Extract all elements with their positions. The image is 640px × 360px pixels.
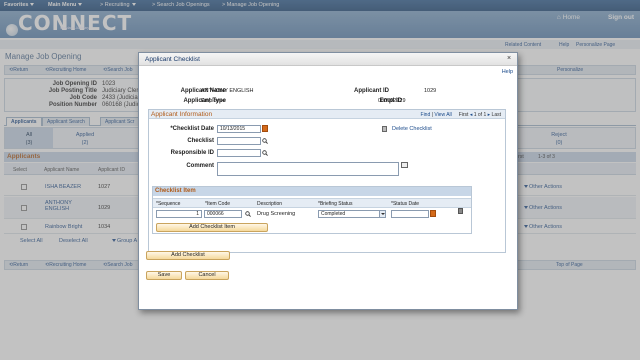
first-link[interactable]: First <box>459 112 469 118</box>
applicant-id-value: 1029 <box>424 88 437 94</box>
lookup-icon[interactable] <box>262 150 268 156</box>
chevron-down-icon[interactable] <box>379 211 385 217</box>
applicant-type-value: Employee <box>201 98 226 104</box>
comment-textarea[interactable] <box>217 162 399 176</box>
checklist-field[interactable] <box>217 137 261 145</box>
section-pager: Find | View All First ◂ 1 of 1 ▸ Last <box>420 112 501 118</box>
grid-title: Checklist Item <box>155 188 196 194</box>
spellcheck-icon[interactable] <box>401 162 408 168</box>
lookup-icon[interactable] <box>245 211 251 217</box>
dialog-help-link[interactable]: Help <box>502 69 513 75</box>
applicant-checklist-dialog: Applicant Checklist × Help Applicant Nam… <box>138 52 518 310</box>
close-icon[interactable]: × <box>505 55 513 63</box>
responsible-id-field[interactable] <box>217 149 261 157</box>
dialog-title: Applicant Checklist <box>145 56 200 63</box>
applicant-information-section: Applicant Information Find | View All Fi… <box>148 109 506 253</box>
calendar-icon[interactable] <box>430 210 436 217</box>
view-all-link[interactable]: View All <box>434 112 451 118</box>
cancel-button[interactable]: Cancel <box>185 271 229 280</box>
status-date-field[interactable] <box>391 210 429 218</box>
add-checklist-item-button[interactable]: Add Checklist Item <box>156 223 268 232</box>
dialog-title-bar: Applicant Checklist × <box>139 53 517 66</box>
section-title: Applicant Information <box>151 111 213 118</box>
item-description: Drug Screening <box>257 211 296 217</box>
find-link[interactable]: Find <box>421 112 431 118</box>
next-arrow-icon[interactable]: ▸ <box>488 112 491 118</box>
pager-range: 1 of 1 <box>473 112 487 118</box>
calendar-icon[interactable] <box>262 125 268 132</box>
save-button[interactable]: Save <box>146 271 182 280</box>
add-checklist-button[interactable]: Add Checklist <box>146 251 230 260</box>
grid-columns: *Sequence *Item Code Description *Briefi… <box>153 198 471 208</box>
last-link[interactable]: Last <box>492 112 501 118</box>
briefing-status-select[interactable]: Completed <box>318 210 386 218</box>
empl-id-value: 000002929 <box>378 98 406 104</box>
delete-checklist-link[interactable]: Delete Checklist <box>392 126 432 132</box>
checklist-date-field[interactable]: 10/13/2015 <box>217 125 261 133</box>
lookup-icon[interactable] <box>262 138 268 144</box>
trash-icon[interactable] <box>382 126 387 132</box>
applicant-name-value: ANTHONY ENGLISH <box>201 88 254 94</box>
sequence-field[interactable]: 1 <box>156 210 202 218</box>
item-code-field[interactable]: 000066 <box>204 210 242 218</box>
delete-row-icon[interactable] <box>458 208 463 214</box>
prev-arrow-icon[interactable]: ◂ <box>470 112 473 118</box>
checklist-item-grid: Checklist Item *Sequence *Item Code Desc… <box>152 186 472 234</box>
